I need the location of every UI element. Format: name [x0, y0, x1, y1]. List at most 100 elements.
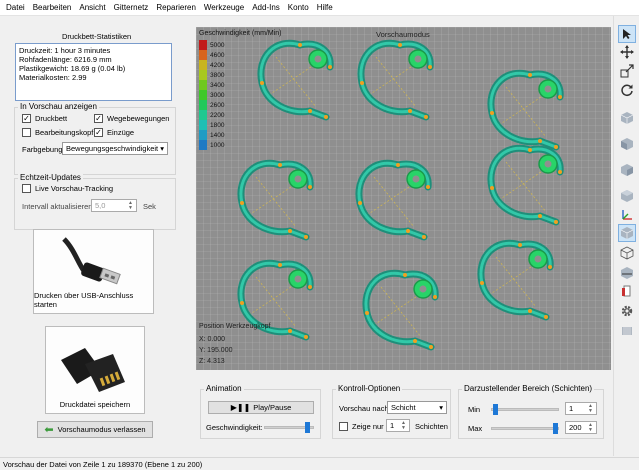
- preview-viewport[interactable]: Geschwindigkeit (mm/Min) Vorschaumodus 5…: [196, 27, 611, 370]
- cube-red-icon[interactable]: [618, 282, 636, 300]
- preview-by-select[interactable]: Schicht ▾: [387, 401, 447, 414]
- color-mode-select[interactable]: Bewegungsgeschwindigkeit ▾: [62, 142, 168, 155]
- legend-swatch: [199, 100, 207, 110]
- axes-icon[interactable]: [618, 206, 636, 224]
- printed-part: [257, 39, 334, 121]
- printed-part: [477, 239, 554, 321]
- legend-title: Geschwindigkeit (mm/Min): [199, 30, 282, 37]
- range-min-label: Min: [468, 405, 481, 414]
- printed-part: [487, 69, 564, 151]
- interval-spinner[interactable]: 5,0 ▲ ▼: [91, 199, 137, 212]
- range-max-slider[interactable]: [491, 423, 559, 434]
- menu-bearbeiten[interactable]: Bearbeiten: [30, 3, 77, 12]
- cube-section-icon[interactable]: [618, 264, 636, 282]
- cube-left-icon[interactable]: [618, 161, 636, 179]
- usb-print-button[interactable]: Drucken über USB-Anschluss starten: [33, 229, 154, 314]
- layers-label: Schichten: [415, 422, 448, 431]
- spin-arrows-icon[interactable]: ▲ ▼: [588, 422, 593, 433]
- range-min-slider[interactable]: [491, 404, 559, 415]
- checkbox[interactable]: ✓: [94, 114, 103, 123]
- speed-legend: 5000 4600 4200 3800 3400 3000 2600 2200 …: [199, 40, 237, 150]
- select-value: Schicht: [391, 403, 416, 412]
- check-druckbett[interactable]: ✓ Druckbett: [22, 114, 67, 123]
- animation-group-title: Animation: [204, 384, 244, 393]
- check-label: Einzüge: [107, 128, 135, 137]
- printed-part: [355, 159, 432, 241]
- menu-datei[interactable]: Datei: [3, 3, 30, 12]
- legend-swatch: [199, 130, 207, 140]
- range-min-spinner[interactable]: 1 ▲ ▼: [565, 402, 597, 415]
- menu-gitternetz[interactable]: Gitternetz: [111, 3, 154, 12]
- checkbox[interactable]: [22, 184, 31, 193]
- toolhead-position-title: Position Werkzeugkopf: [199, 323, 271, 330]
- print-paths: [237, 39, 564, 351]
- exit-preview-label: Vorschaumodus verlassen: [57, 425, 146, 434]
- cube-iso-icon[interactable]: [618, 224, 636, 242]
- save-print-file-button[interactable]: Druckdatei speichern: [45, 326, 145, 414]
- play-pause-icon: ▶❚❚: [230, 403, 251, 412]
- legend-swatch: [199, 140, 207, 150]
- gear-icon[interactable]: [618, 302, 636, 320]
- move-icon[interactable]: [618, 43, 636, 61]
- spin-value: 1: [569, 404, 574, 413]
- legend-row: 1800: [199, 120, 237, 130]
- check-einzuege[interactable]: ✓ Einzüge: [94, 128, 134, 137]
- spin-arrows-icon[interactable]: ▲ ▼: [401, 420, 406, 431]
- legend-value: 3400: [210, 81, 225, 89]
- stats-box: Druckzeit: 1 hour 3 minutes Rohfadenläng…: [15, 43, 172, 101]
- exit-preview-button[interactable]: ⬅ Vorschaumodus verlassen: [37, 421, 153, 438]
- play-pause-label: Play/Pause: [253, 403, 292, 412]
- speed-slider[interactable]: [264, 422, 314, 433]
- cube-view-icon[interactable]: [618, 109, 636, 127]
- legend-row: 3400: [199, 80, 237, 90]
- show-only-spinner[interactable]: 1 ▲ ▼: [386, 419, 410, 432]
- check-show-only[interactable]: Zeige nur: [339, 422, 384, 431]
- stats-line: Materialkosten: 2.99: [19, 73, 87, 82]
- legend-row: 3000: [199, 90, 237, 100]
- menu-hilfe[interactable]: Hilfe: [314, 3, 338, 12]
- legend-swatch: [199, 50, 207, 60]
- check-wegebewegungen[interactable]: ✓ Wegebewegungen: [94, 114, 169, 123]
- menu-reparieren[interactable]: Reparieren: [153, 3, 201, 12]
- legend-value: 2200: [210, 111, 225, 119]
- check-bearbeitungskopf[interactable]: Bearbeitungskopf: [22, 128, 93, 137]
- cube-right-icon[interactable]: [618, 187, 636, 205]
- printed-part: [362, 269, 439, 351]
- cube-front-icon[interactable]: [618, 135, 636, 153]
- menu-ansicht[interactable]: Ansicht: [76, 3, 110, 12]
- check-label: Live Vorschau-Tracking: [35, 184, 114, 193]
- menu-werkzeuge[interactable]: Werkzeuge: [201, 3, 249, 12]
- play-pause-button[interactable]: ▶❚❚ Play/Pause: [208, 401, 314, 414]
- spin-arrows-icon[interactable]: ▲ ▼: [588, 403, 593, 414]
- checkbox[interactable]: ✓: [94, 128, 103, 137]
- checkbox[interactable]: [339, 422, 348, 431]
- slider-thumb[interactable]: [305, 422, 310, 433]
- slider-thumb[interactable]: [553, 423, 558, 434]
- slider-thumb[interactable]: [493, 404, 498, 415]
- legend-value: 3800: [210, 71, 225, 79]
- check-label: Wegebewegungen: [107, 114, 170, 123]
- spin-value: 5,0: [95, 201, 106, 210]
- checkbox[interactable]: ✓: [22, 114, 31, 123]
- right-toolbar: [613, 16, 639, 456]
- check-live-tracking[interactable]: Live Vorschau-Tracking: [22, 184, 113, 193]
- layers-icon[interactable]: [618, 322, 636, 340]
- cursor-icon[interactable]: [618, 25, 636, 43]
- menu-konto[interactable]: Konto: [285, 3, 314, 12]
- usb-cable-icon: [61, 237, 121, 285]
- cube-wire-icon[interactable]: [618, 244, 636, 262]
- range-max-spinner[interactable]: 200 ▲ ▼: [565, 421, 597, 434]
- legend-swatch: [199, 40, 207, 50]
- checkbox[interactable]: [22, 128, 31, 137]
- menu-add-ins[interactable]: Add-Ins: [249, 3, 285, 12]
- select-value: Bewegungsgeschwindigkeit: [66, 144, 159, 153]
- interval-label: Intervall aktualisieren: [22, 202, 93, 211]
- stats-title: Druckbett-Statistiken: [62, 32, 132, 41]
- rotate-icon[interactable]: [618, 81, 636, 99]
- scale-icon[interactable]: [618, 62, 636, 80]
- spin-value: 200: [569, 423, 582, 432]
- legend-value: 4200: [210, 61, 225, 69]
- sd-card-icon: [61, 348, 125, 392]
- legend-row: 4600: [199, 50, 237, 60]
- spin-arrows-icon[interactable]: ▲ ▼: [128, 200, 133, 211]
